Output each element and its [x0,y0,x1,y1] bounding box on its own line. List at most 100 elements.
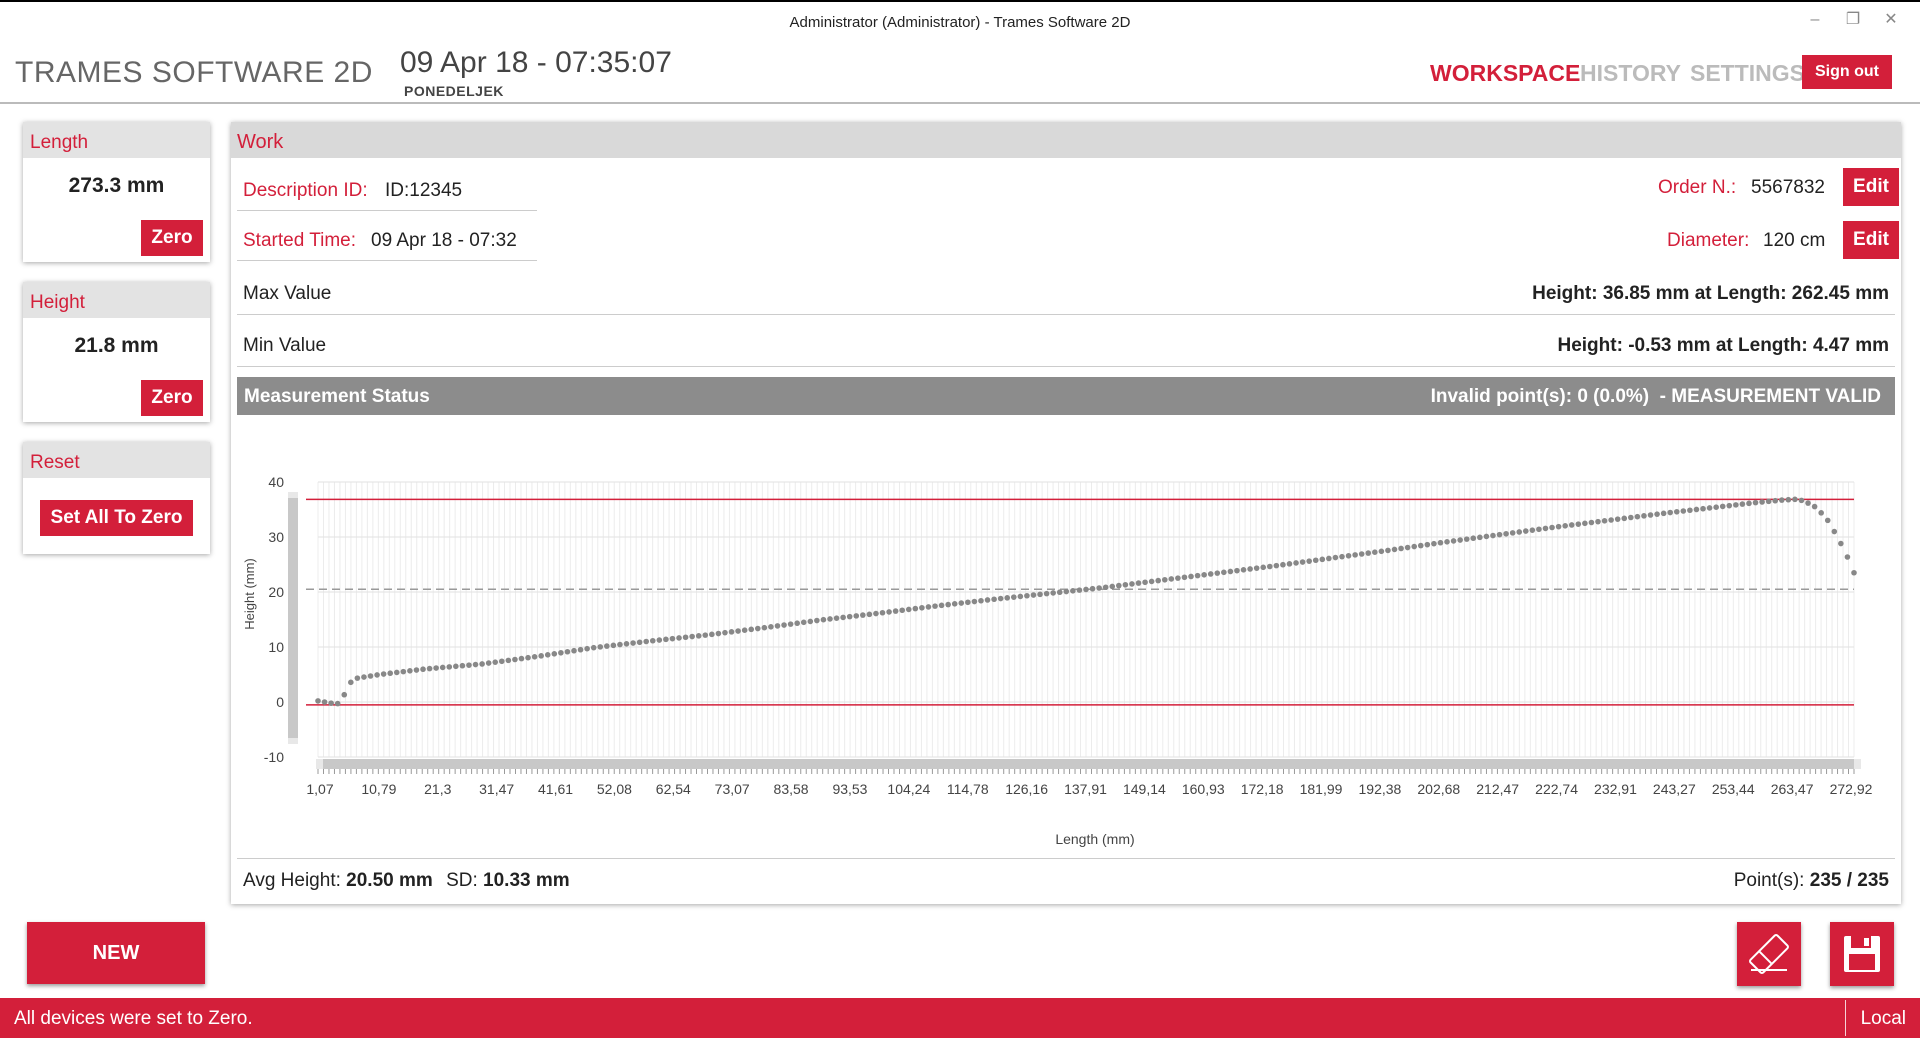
length-card: Length 273.3 mm Zero [23,122,210,262]
data-point [1161,576,1168,583]
data-point [1496,531,1503,538]
data-point [446,664,453,670]
data-point [636,639,643,646]
data-point [1654,511,1660,517]
data-point [1470,535,1477,542]
data-point [1339,553,1345,560]
nav-history[interactable]: HISTORY [1580,60,1681,87]
current-weekday: PONEDELJEK [404,83,504,99]
x-tick-label: 137,91 [1064,781,1107,797]
data-point [1719,503,1726,510]
min-underline [237,366,1895,367]
nav-settings[interactable]: SETTINGS [1690,60,1805,87]
data-point [1273,562,1280,569]
x-tick-label: 73,07 [715,781,750,797]
data-point [958,600,965,606]
order-label: Order N.: [1658,177,1737,198]
data-point [768,624,774,630]
data-point [1398,545,1404,552]
data-point [1509,530,1516,536]
x-tick-label: 232,91 [1594,781,1637,797]
data-point [407,668,413,674]
data-point [1805,500,1811,506]
data-point [433,665,439,671]
data-point [945,601,951,608]
edit-diameter-button[interactable]: Edit [1843,221,1899,259]
vertical-scrollbar-thumb[interactable] [288,498,298,738]
minimize-icon[interactable]: – [1800,8,1830,32]
data-point [925,604,932,610]
data-point [1450,538,1457,544]
data-point [709,631,715,638]
length-card-title: Length [23,122,210,158]
data-point [1116,582,1122,589]
sign-out-button[interactable]: Sign out [1802,55,1892,89]
data-point [1628,514,1634,521]
data-point [702,632,709,638]
data-point [472,661,479,668]
data-point [525,654,531,661]
data-point [492,659,499,665]
horizontal-scrollbar-thumb[interactable] [323,759,1854,769]
data-point [354,675,361,681]
length-zero-button[interactable]: Zero [141,220,203,256]
reset-card-title: Reset [23,442,210,478]
data-point [1516,529,1523,535]
data-point [991,596,997,603]
y-axis-label: Height (mm) [242,558,257,630]
data-point [1260,564,1267,571]
close-icon[interactable]: ✕ [1876,8,1906,32]
data-point [1063,588,1070,595]
diameter-label: Diameter: [1667,230,1750,251]
data-point [1201,571,1207,578]
data-point [886,609,892,615]
data-point [748,626,755,633]
data-point [1010,594,1017,600]
nav-workspace[interactable]: WORKSPACE [1430,60,1580,87]
save-button[interactable] [1830,922,1894,986]
x-tick-label: 21,3 [424,781,451,797]
floppy-disk-icon [1844,936,1880,972]
data-point [1135,580,1142,586]
data-point [1280,561,1286,568]
data-point [951,601,958,607]
data-point [1050,590,1056,596]
height-zero-button[interactable]: Zero [141,380,203,416]
data-point [1056,589,1063,596]
new-workspace-button[interactable]: NEW WORKSPACE [27,922,205,1026]
data-point [1673,508,1680,515]
min-value: Height: -0.53 mm at Length: 4.47 mm [1557,335,1889,356]
connection-mode: Local [1860,1008,1906,1029]
data-point [1634,513,1641,520]
x-tick-label: 52,08 [597,781,632,797]
data-point [1253,565,1260,571]
data-point [1752,499,1759,506]
data-point [1431,540,1437,547]
data-point [1102,584,1109,591]
data-point [971,598,978,605]
data-point [781,622,787,628]
set-all-to-zero-button[interactable]: Set All To Zero [40,500,193,536]
data-point [1503,530,1509,537]
data-point [853,613,860,619]
data-point [1621,515,1628,522]
data-point [1851,569,1857,576]
restore-icon[interactable]: ❐ [1838,8,1868,32]
y-tick-label: 0 [276,694,284,710]
data-point [512,656,518,663]
data-point [1345,552,1352,559]
eraser-button[interactable] [1737,922,1801,986]
measurement-status-value: Invalid point(s): 0 (0.0%) - MEASUREMENT… [1430,386,1881,407]
data-point [1726,502,1733,509]
data-point [1529,527,1536,533]
data-point [1772,497,1779,504]
data-point [1477,534,1483,541]
data-point [1614,516,1621,522]
y-tick-label: 30 [268,529,284,545]
y-tick-labels: 40 30 20 10 0 -10 [264,474,284,765]
data-point [1037,591,1043,598]
edit-order-button[interactable]: Edit [1843,168,1899,206]
data-point [905,606,912,613]
data-point [597,644,604,650]
data-point [1700,505,1706,512]
